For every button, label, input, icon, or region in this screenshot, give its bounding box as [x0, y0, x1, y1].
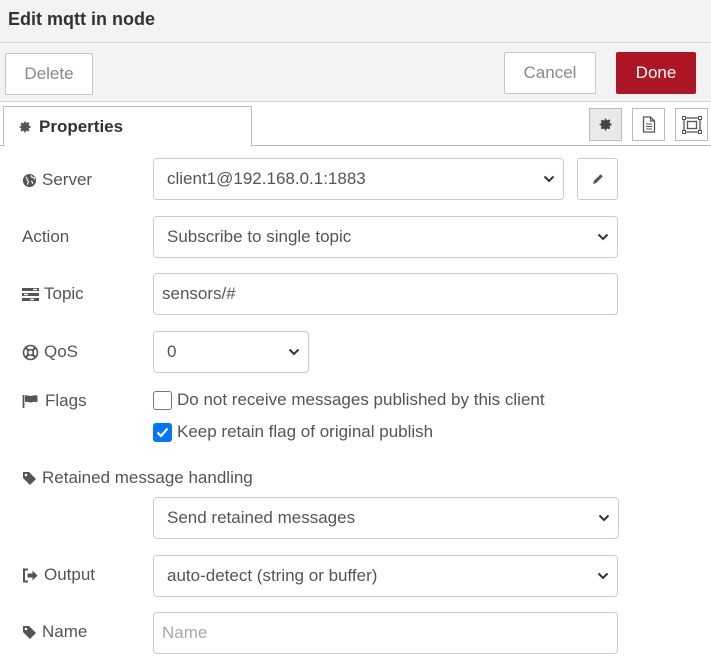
gear-icon: [19, 120, 31, 133]
tab-appearance[interactable]: [675, 108, 708, 141]
retain-as-published-checkbox[interactable]: [153, 422, 172, 442]
dialog-toolbar: Delete Cancel Done: [0, 43, 711, 102]
server-label-row: Server: [22, 170, 92, 190]
topic-label-row: Topic: [22, 284, 84, 304]
delete-button[interactable]: Delete: [5, 53, 93, 95]
tab-description[interactable]: [632, 108, 665, 141]
topic-input[interactable]: sensors/#: [153, 273, 618, 315]
edit-server-button[interactable]: [577, 158, 618, 200]
tab-settings[interactable]: [589, 108, 622, 141]
node-frame-icon: [681, 115, 702, 134]
topic-value: sensors/#: [162, 284, 236, 303]
qos-select[interactable]: 0: [153, 331, 309, 373]
output-select[interactable]: auto-detect (string or buffer): [153, 555, 618, 597]
sign-out-icon: [23, 568, 38, 582]
checkmark-icon: [156, 427, 169, 438]
gear-icon: [599, 118, 612, 131]
name-placeholder: Name: [162, 623, 208, 642]
qos-label-row: QoS: [22, 342, 78, 362]
action-label: Action: [22, 227, 70, 246]
server-select[interactable]: client1@192.168.0.1:1883: [153, 158, 564, 200]
output-label: Output: [44, 565, 96, 584]
done-button[interactable]: Done: [616, 52, 696, 94]
retain-as-published-label: Keep retain flag of original publish: [177, 422, 434, 441]
dialog-header: Edit mqtt in node: [0, 0, 711, 43]
retained-handling-select[interactable]: Send retained messages: [153, 497, 619, 539]
name-input[interactable]: Name: [153, 612, 618, 654]
output-label-row: Output: [22, 565, 95, 585]
qos-value: 0: [167, 342, 177, 361]
server-label: Server: [42, 170, 93, 189]
dialog-title: Edit mqtt in node: [8, 9, 155, 29]
no-local-checkbox[interactable]: [153, 390, 172, 410]
retained-label: Retained message handling: [42, 468, 253, 487]
chevron-down-icon: [597, 233, 609, 241]
pencil-icon: [592, 174, 603, 184]
output-value: auto-detect (string or buffer): [167, 566, 378, 585]
no-local-label: Do not receive messages published by thi…: [177, 390, 545, 409]
tasks-icon: [22, 287, 39, 301]
tag-icon: [23, 471, 36, 485]
server-value: client1@192.168.0.1:1883: [167, 169, 366, 188]
cancel-button[interactable]: Cancel: [504, 52, 596, 94]
chevron-down-icon: [543, 175, 555, 183]
tab-properties[interactable]: Properties: [3, 106, 252, 147]
action-select[interactable]: Subscribe to single topic: [153, 216, 618, 258]
tab-properties-label: Properties: [39, 116, 124, 136]
flag-icon: [22, 394, 38, 408]
retained-handling-value: Send retained messages: [167, 508, 356, 527]
flags-label-row: Flags: [22, 391, 87, 411]
life-ring-icon: [22, 344, 39, 360]
action-label-row: Action: [22, 227, 69, 247]
chevron-down-icon: [598, 514, 610, 522]
topic-label: Topic: [44, 284, 84, 303]
qos-label: QoS: [44, 342, 79, 361]
chevron-down-icon: [597, 572, 609, 580]
name-label: Name: [42, 622, 88, 641]
tag-icon: [23, 625, 36, 639]
no-local-option: Do not receive messages published by thi…: [153, 390, 545, 410]
document-icon: [642, 116, 655, 133]
tab-bar: Properties: [0, 102, 711, 147]
retain-as-published-option: Keep retain flag of original publish: [153, 422, 433, 442]
chevron-down-icon: [288, 348, 300, 356]
flags-label: Flags: [45, 391, 87, 410]
globe-icon: [22, 173, 37, 187]
name-label-row: Name: [22, 622, 87, 642]
retained-label-row: Retained message handling: [22, 468, 253, 488]
action-value: Subscribe to single topic: [167, 227, 352, 246]
